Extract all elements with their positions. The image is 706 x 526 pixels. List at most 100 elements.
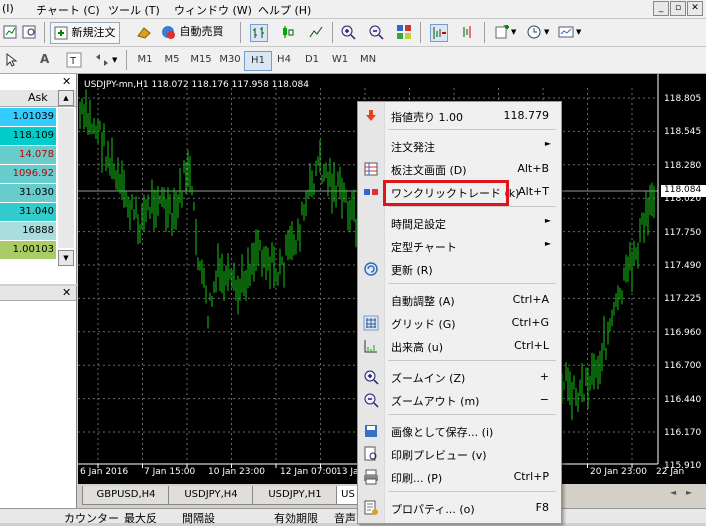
column-max-deviation[interactable]: 最大反 xyxy=(124,510,157,526)
timeframe-d1[interactable]: D1 xyxy=(299,51,325,69)
auto-trade-button[interactable]: 自動売買 xyxy=(160,22,224,42)
context-menu-item[interactable]: 更新 (R) xyxy=(358,258,561,280)
ask-cell[interactable]: 31.030 xyxy=(0,184,56,202)
new-order-button[interactable]: 新規注文 xyxy=(50,22,120,44)
cursor-icon[interactable] xyxy=(4,52,20,68)
chevron-down-icon[interactable]: ▼ xyxy=(544,28,549,36)
close-icon[interactable]: ✕ xyxy=(62,75,71,88)
tab-scroll-right-icon[interactable]: ► xyxy=(686,488,692,497)
close-button[interactable]: ✕ xyxy=(687,1,703,16)
ask-cell[interactable]: 14.078 xyxy=(0,146,56,164)
zoom-in-icon[interactable] xyxy=(340,24,356,40)
menu-item-label: グリッド (G) xyxy=(391,318,456,331)
context-menu-item[interactable]: 出来高 (u) Ctrl+L xyxy=(358,335,561,357)
ask-cell[interactable]: 16888 xyxy=(0,222,56,240)
auto-scroll-icon[interactable] xyxy=(430,24,448,42)
ask-cell[interactable]: 1.01039 xyxy=(0,108,56,126)
column-counter[interactable]: カウンター xyxy=(64,510,119,526)
time-tick-label: 6 Jan 2016 xyxy=(80,467,129,477)
tile-windows-icon[interactable] xyxy=(396,24,412,40)
minimize-button[interactable]: _ xyxy=(653,1,669,16)
context-menu-item[interactable]: 指値売り 1.00 118.779 xyxy=(358,105,561,127)
bar-chart-mode-icon[interactable] xyxy=(250,24,268,42)
chevron-down-icon[interactable]: ▼ xyxy=(576,28,581,36)
context-menu-item[interactable]: 時間足設定 ► xyxy=(358,212,561,234)
column-interval[interactable]: 間隔設 xyxy=(182,510,215,526)
menu-item-label: 出来高 (u) xyxy=(391,341,444,354)
column-sound[interactable]: 音声 xyxy=(334,510,356,526)
timeframe-m30[interactable]: M30 xyxy=(217,51,243,69)
menu-item-label: プロパティ... (o) xyxy=(391,503,475,516)
menu-item-label: 印刷... (P) xyxy=(391,472,443,485)
menu-help[interactable]: ヘルプ (H) xyxy=(258,2,311,18)
menu-window[interactable]: ウィンドウ (W) xyxy=(174,2,252,18)
zoom-in-icon xyxy=(364,370,379,385)
experts-icon[interactable] xyxy=(136,24,152,40)
timeframe-m1[interactable]: M1 xyxy=(132,51,158,69)
timeframe-w1[interactable]: W1 xyxy=(327,51,353,69)
menu-tools[interactable]: ツール (T) xyxy=(108,2,160,18)
close-icon[interactable]: ✕ xyxy=(62,286,71,299)
context-menu-item[interactable]: 定型チャート ► xyxy=(358,235,561,257)
scroll-up-button[interactable]: ▲ xyxy=(58,90,74,106)
text-label-icon[interactable]: T xyxy=(66,52,82,68)
context-menu-item[interactable]: 自動調整 (A) Ctrl+A xyxy=(358,289,561,311)
candlestick-mode-icon[interactable] xyxy=(280,24,296,40)
periods-icon[interactable] xyxy=(526,24,542,40)
timeframe-m5[interactable]: M5 xyxy=(159,51,185,69)
restore-button[interactable]: ▫ xyxy=(670,1,686,16)
context-menu-item[interactable]: 印刷... (P) Ctrl+P xyxy=(358,466,561,488)
context-menu-item[interactable]: プロパティ... (o) F8 xyxy=(358,497,561,519)
menu-separator xyxy=(388,129,556,130)
menu-bar: (I) チャート (C) ツール (T) ウィンドウ (W) ヘルプ (H) _… xyxy=(0,0,706,19)
navigator-panel: ✕ xyxy=(0,286,77,522)
ask-cell[interactable]: 1096.92 xyxy=(0,165,56,183)
print-icon xyxy=(364,469,378,485)
ask-column-header[interactable]: Ask xyxy=(28,91,48,104)
tab-gbpusd-h4[interactable]: GBPUSD,H4 xyxy=(82,486,170,505)
price-tick-label: 117.750 xyxy=(664,227,702,238)
context-menu-item[interactable]: 板注文画面 (D) Alt+B xyxy=(358,158,561,180)
zoom-chart-icon[interactable] xyxy=(22,24,38,40)
tab-usdjpy-h1[interactable]: USDJPY,H1 xyxy=(252,486,338,505)
price-tick-label: 118.805 xyxy=(664,94,702,104)
context-menu-item[interactable]: ズームイン (Z) + xyxy=(358,366,561,388)
ask-cell[interactable]: 1.00103 xyxy=(0,241,56,259)
menu-item-shortcut: Ctrl+L xyxy=(514,339,549,352)
chevron-down-icon[interactable]: ▼ xyxy=(112,56,117,64)
timeframe-h1[interactable]: H1 xyxy=(244,51,272,71)
indicators-icon[interactable] xyxy=(494,24,510,40)
menu-item-shortcut: − xyxy=(539,393,549,406)
menu-tools-hidden[interactable]: (I) xyxy=(2,2,14,15)
arrows-icon[interactable] xyxy=(94,52,110,68)
ask-cell[interactable]: 31.040 xyxy=(0,203,56,221)
menu-separator xyxy=(388,283,556,284)
tab-scroll-left-icon[interactable]: ◄ xyxy=(670,488,676,497)
column-expiration[interactable]: 有効期限 xyxy=(274,510,318,526)
menu-separator xyxy=(388,491,556,492)
menu-item-label: ズームイン (Z) xyxy=(391,372,466,385)
text-tool-icon[interactable]: A xyxy=(40,52,49,66)
ask-cell[interactable]: 118.109 xyxy=(0,127,56,145)
timeframe-m15[interactable]: M15 xyxy=(188,51,214,69)
zoom-out-icon[interactable] xyxy=(368,24,384,40)
tab-usdjpy-h4[interactable]: USDJPY,H4 xyxy=(168,486,254,505)
context-menu-item[interactable]: 画像として保存... (i) xyxy=(358,420,561,442)
time-tick-label: 22 Jan xyxy=(656,467,685,477)
scroll-down-button[interactable]: ▼ xyxy=(58,250,74,266)
context-menu-item[interactable]: グリッド (G) Ctrl+G xyxy=(358,312,561,334)
chart-shift-icon[interactable] xyxy=(460,24,476,40)
scrollbar[interactable] xyxy=(58,108,74,248)
menu-item-label: 自動調整 (A) xyxy=(391,295,455,308)
chevron-down-icon[interactable]: ▼ xyxy=(511,28,516,36)
context-menu-item[interactable]: 注文発注 ► xyxy=(358,135,561,157)
context-menu-item[interactable]: ズームアウト (m) − xyxy=(358,389,561,411)
timeframe-mn[interactable]: MN xyxy=(355,51,381,69)
templates-icon[interactable] xyxy=(558,24,574,40)
timeframe-h4[interactable]: H4 xyxy=(271,51,297,69)
menu-chart[interactable]: チャート (C) xyxy=(36,2,100,18)
new-chart-icon[interactable] xyxy=(2,24,18,40)
menu-item-label: 画像として保存... (i) xyxy=(391,426,494,439)
context-menu-item[interactable]: 印刷プレビュー (v) xyxy=(358,443,561,465)
line-chart-mode-icon[interactable] xyxy=(308,24,324,40)
